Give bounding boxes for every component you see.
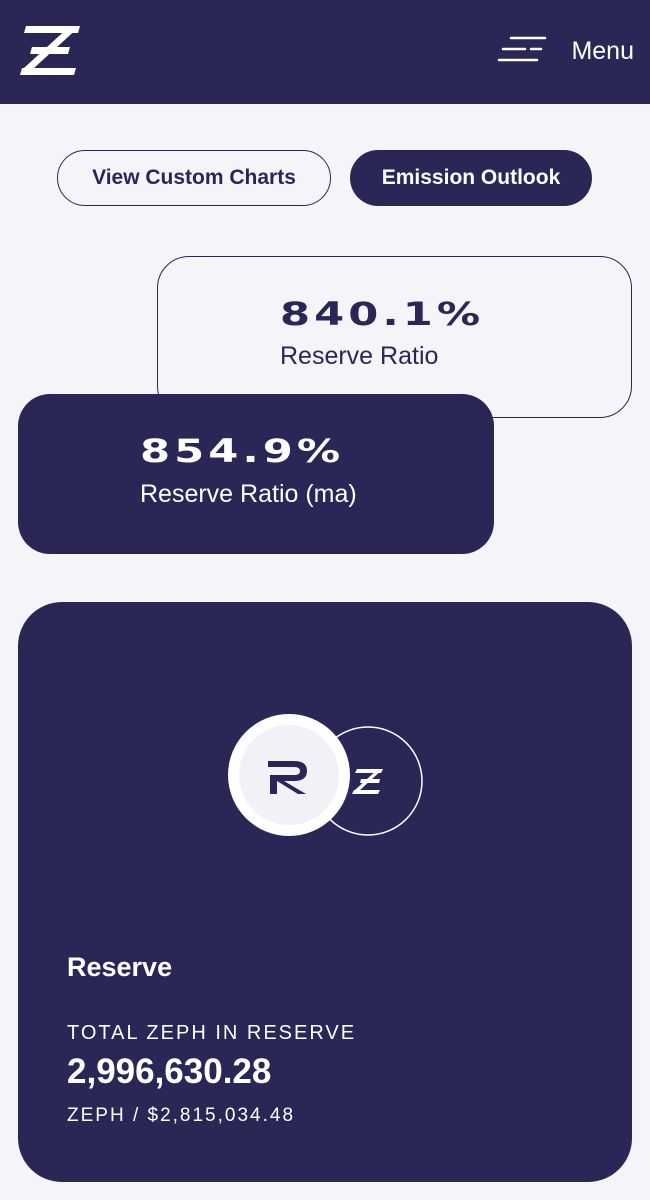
- total-zeph-label: TOTAL ZEPH IN RESERVE: [67, 1022, 357, 1044]
- reserve-ratio-ma-value: 854.9%: [140, 432, 345, 470]
- zeph-usd-value: ZEPH / $2,815,034.48: [67, 1105, 296, 1126]
- reserve-title: Reserve: [67, 952, 173, 982]
- total-zeph-amount: 2,996,630.28: [67, 1052, 272, 1091]
- emission-outlook-button[interactable]: Emission Outlook: [350, 150, 592, 206]
- reserve-ratio-label: Reserve Ratio: [280, 342, 439, 370]
- reserve-token-icons: [226, 712, 426, 842]
- top-navbar: Menu: [0, 0, 650, 104]
- reserve-ratio-value: 840.1%: [280, 295, 485, 333]
- zrsv-r-token-icon: [228, 714, 350, 836]
- zeph-logo-icon[interactable]: [18, 26, 82, 76]
- menu-label: Menu: [571, 36, 634, 65]
- reserve-ratio-ma-label: Reserve Ratio (ma): [140, 480, 357, 508]
- menu-button[interactable]: Menu: [497, 28, 634, 74]
- reserve-card: Reserve TOTAL ZEPH IN RESERVE 2,996,630.…: [18, 602, 632, 1182]
- reserve-ratio-ma-card: 854.9% Reserve Ratio (ma): [18, 394, 494, 554]
- hamburger-menu-icon: [497, 34, 547, 69]
- view-custom-charts-button[interactable]: View Custom Charts: [57, 150, 331, 206]
